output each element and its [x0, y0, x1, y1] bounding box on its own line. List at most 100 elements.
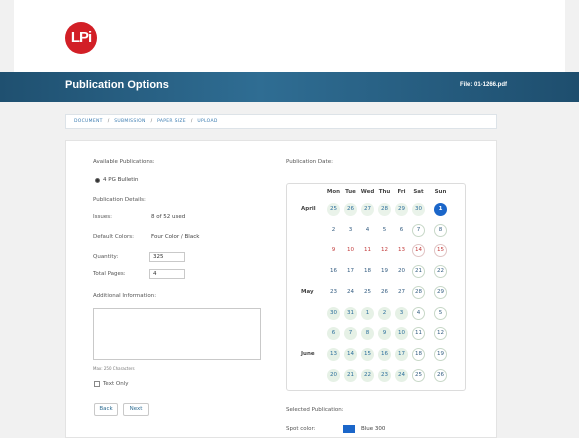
calendar-day[interactable]: 21	[344, 368, 357, 382]
calendar-day[interactable]: 12	[434, 327, 447, 341]
calendar-day[interactable]: 15	[434, 244, 447, 258]
calendar-day[interactable]: 27	[395, 286, 408, 299]
text-only-label: Text Only	[103, 381, 129, 387]
calendar-day[interactable]: 26	[378, 286, 391, 299]
calendar-day[interactable]: 18	[361, 265, 374, 278]
calendar-day[interactable]: 29	[395, 203, 408, 216]
calendar-day[interactable]: 16	[378, 347, 391, 361]
calendar-day[interactable]: 6	[327, 327, 340, 341]
calendar-month-june: June	[301, 350, 315, 357]
file-name: File: 01-1266.pdf	[459, 82, 507, 88]
calendar-day[interactable]: 9	[378, 327, 391, 341]
calendar-day[interactable]: 16	[327, 265, 340, 278]
calendar-day[interactable]: 24	[395, 368, 408, 382]
calendar-day[interactable]: 13	[395, 244, 408, 257]
calendar-day[interactable]: 22	[434, 265, 447, 279]
calendar-header-thu: Thu	[378, 189, 391, 195]
calendar-day[interactable]: 11	[412, 327, 425, 341]
calendar-day[interactable]: 4	[412, 306, 425, 320]
calendar-day[interactable]: 5	[378, 224, 391, 237]
available-publications-label: Available Publications:	[93, 159, 155, 165]
calendar-day[interactable]: 8	[361, 327, 374, 341]
calendar-day[interactable]: 18	[412, 347, 425, 361]
default-colors-value: Four Color / Black	[151, 234, 200, 240]
calendar-header-sun: Sun	[434, 189, 447, 195]
publication-date-label: Publication Date:	[286, 159, 333, 165]
calendar-day[interactable]: 23	[327, 286, 340, 299]
additional-info-textarea[interactable]	[93, 308, 261, 360]
calendar-day[interactable]: 26	[434, 368, 447, 382]
calendar-day[interactable]: 29	[434, 285, 447, 299]
issues-value: 8 of 52 used	[151, 214, 186, 220]
calendar-day[interactable]: 20	[327, 368, 340, 382]
calendar-header-mon: Mon	[326, 189, 341, 195]
text-only-checkbox[interactable]	[94, 381, 100, 387]
breadcrumb-submission[interactable]: SUBMISSION	[114, 119, 145, 124]
breadcrumb-paper-size[interactable]: PAPER SIZE	[157, 119, 186, 124]
calendar-day[interactable]: 21	[412, 265, 425, 279]
calendar-day[interactable]: 26	[344, 203, 357, 216]
calendar-day[interactable]: 19	[378, 265, 391, 278]
calendar-day[interactable]: 3	[395, 306, 408, 320]
calendar-header-sat: Sat	[413, 189, 424, 195]
calendar-day[interactable]: 28	[412, 285, 425, 299]
calendar-day[interactable]: 22	[361, 368, 374, 382]
calendar-day[interactable]: 30	[412, 203, 425, 216]
breadcrumb-document[interactable]: DOCUMENT	[74, 119, 103, 124]
publication-radio[interactable]	[95, 178, 100, 183]
calendar-day[interactable]: 15	[361, 347, 374, 361]
main-panel: Available Publications: 4 PG Bulletin Pu…	[65, 140, 497, 438]
calendar-day[interactable]: 14	[344, 347, 357, 361]
calendar-day[interactable]: 14	[412, 244, 425, 258]
calendar-day[interactable]: 23	[378, 368, 391, 382]
next-button[interactable]: Next	[123, 403, 149, 416]
calendar-day[interactable]: 9	[327, 244, 340, 257]
calendar-day[interactable]: 13	[327, 347, 340, 361]
publication-details-label: Publication Details:	[93, 197, 146, 203]
calendar-day[interactable]: 10	[395, 327, 408, 341]
total-pages-label: Total Pages:	[93, 271, 126, 277]
calendar-day[interactable]: 1	[434, 203, 447, 216]
back-button[interactable]: Back	[94, 403, 118, 416]
calendar-day[interactable]: 25	[361, 286, 374, 299]
calendar-day[interactable]: 25	[327, 203, 340, 216]
calendar-day[interactable]: 3	[344, 224, 357, 237]
calendar-day[interactable]: 25	[412, 368, 425, 382]
breadcrumb-upload[interactable]: UPLOAD	[197, 119, 217, 124]
spot-color-swatch	[343, 425, 355, 433]
calendar-header-fri: Fri	[397, 189, 406, 195]
calendar-day[interactable]: 24	[344, 286, 357, 299]
calendar-day[interactable]: 17	[344, 265, 357, 278]
calendar-day[interactable]: 1	[361, 306, 374, 320]
calendar-day[interactable]: 12	[378, 244, 391, 257]
calendar-month-april: April	[301, 206, 316, 212]
calendar-day[interactable]: 5	[434, 306, 447, 320]
calendar-day[interactable]: 2	[327, 224, 340, 237]
lpi-logo: LPi	[65, 22, 97, 54]
calendar-day[interactable]: 17	[395, 347, 408, 361]
calendar-day[interactable]: 7	[344, 327, 357, 341]
calendar-day[interactable]: 30	[327, 306, 340, 320]
calendar-day[interactable]: 4	[361, 224, 374, 237]
calendar-month-may: May	[301, 288, 314, 295]
page-title: Publication Options	[65, 79, 169, 91]
quantity-input[interactable]: 325	[149, 252, 185, 262]
calendar-day[interactable]: 28	[378, 203, 391, 216]
calendar-day[interactable]: 27	[361, 203, 374, 216]
calendar-day[interactable]: 6	[395, 224, 408, 237]
issues-label: Issues:	[93, 214, 112, 220]
calendar-day[interactable]: 11	[361, 244, 374, 257]
calendar-day[interactable]: 8	[434, 223, 447, 237]
header: LPi	[14, 0, 565, 72]
quantity-label: Quantity:	[93, 254, 119, 260]
breadcrumb: DOCUMENT / SUBMISSION / PAPER SIZE / UPLOAD	[65, 114, 497, 129]
calendar-day[interactable]: 2	[378, 306, 391, 320]
publication-option-label: 4 PG Bulletin	[103, 177, 139, 183]
calendar-day[interactable]: 10	[344, 244, 357, 257]
calendar-day[interactable]: 31	[344, 306, 357, 320]
calendar-day[interactable]: 20	[395, 265, 408, 278]
total-pages-input[interactable]: 4	[149, 269, 185, 279]
calendar-day[interactable]: 19	[434, 347, 447, 361]
title-banner: Publication Options File: 01-1266.pdf	[0, 72, 579, 102]
calendar-day[interactable]: 7	[412, 223, 425, 237]
